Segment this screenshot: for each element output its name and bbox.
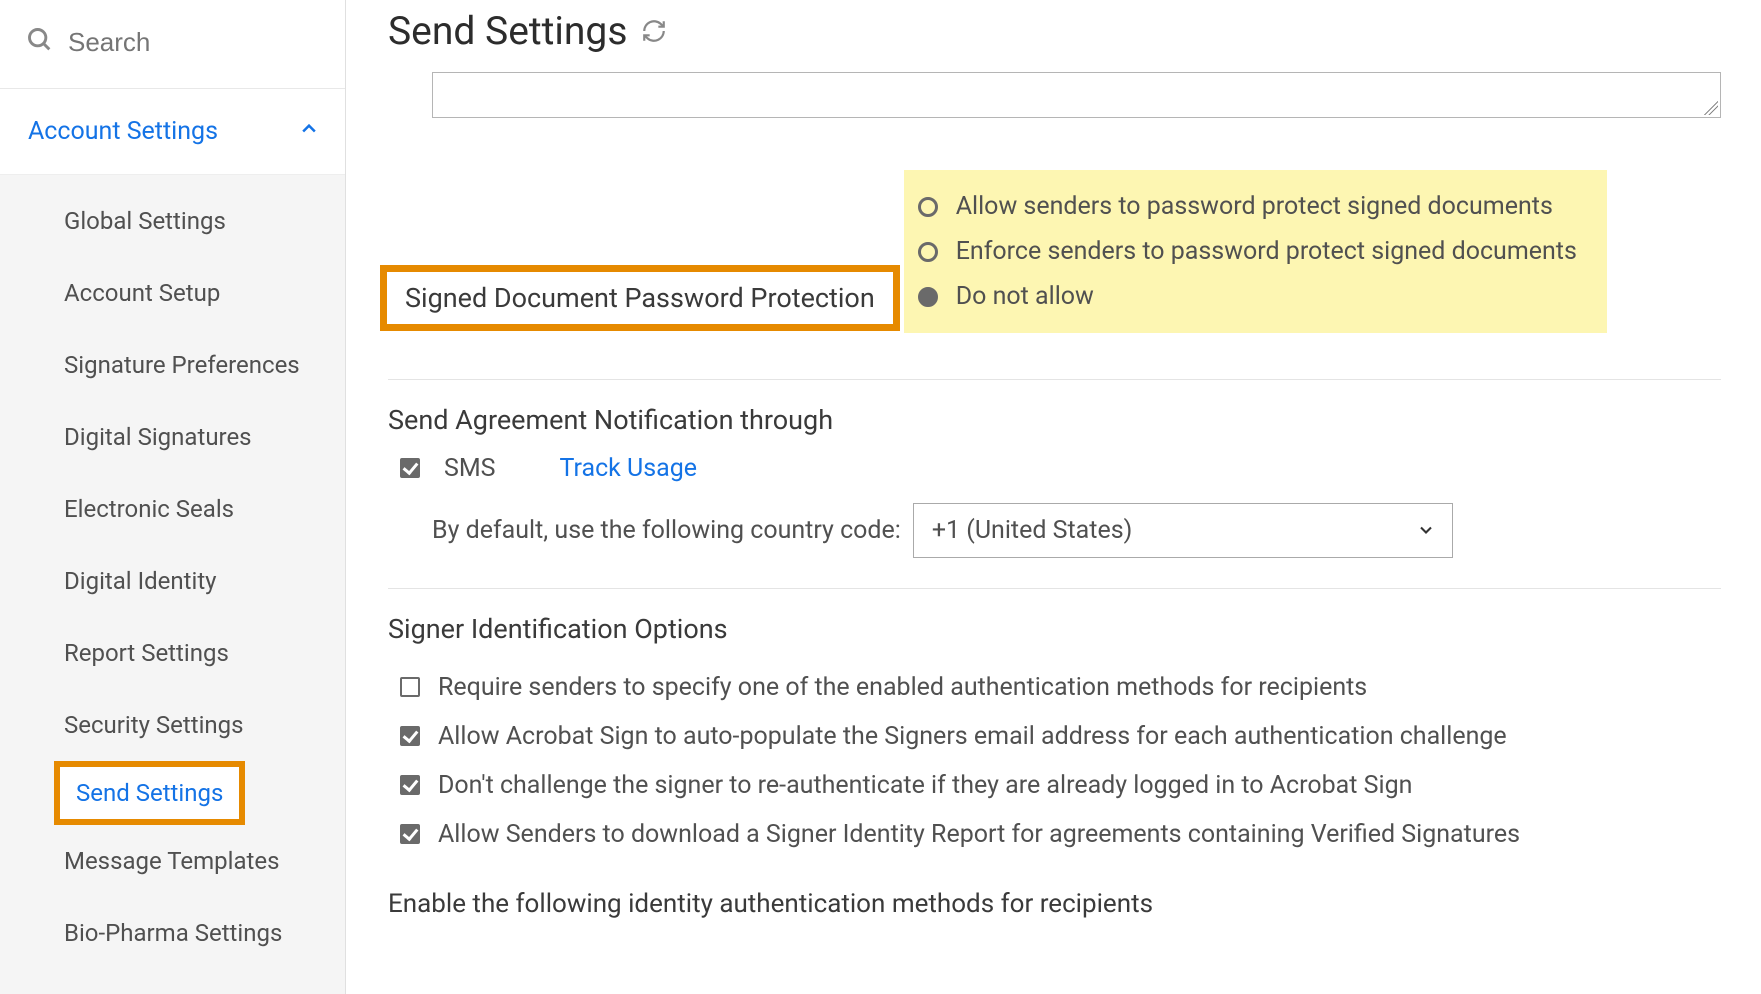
radio-icon: [918, 197, 938, 217]
message-textarea[interactable]: [432, 72, 1721, 118]
check-require-auth[interactable]: Require senders to specify one of the en…: [400, 663, 1721, 712]
refresh-icon[interactable]: [641, 8, 667, 54]
search-icon: [26, 26, 54, 58]
checkbox-icon: [400, 677, 420, 697]
notification-heading: Send Agreement Notification through: [388, 404, 1721, 436]
sidebar: Account Settings Global Settings Account…: [0, 0, 346, 994]
radio-label: Do not allow: [956, 282, 1094, 311]
sidebar-item-bio-pharma-settings[interactable]: Bio-Pharma Settings: [0, 897, 345, 969]
sidebar-section-account-settings[interactable]: Account Settings: [0, 89, 345, 175]
sms-label: SMS: [444, 454, 496, 483]
sidebar-item-message-templates[interactable]: Message Templates: [0, 825, 345, 897]
page-title: Send Settings: [388, 8, 1721, 54]
sidebar-item-send-settings[interactable]: Send Settings: [54, 761, 245, 825]
password-protection-heading: Signed Document Password Protection: [380, 265, 900, 331]
sidebar-item-digital-identity[interactable]: Digital Identity: [0, 545, 345, 617]
radio-label: Enforce senders to password protect sign…: [956, 237, 1577, 266]
country-code-value: +1 (United States): [932, 516, 1133, 545]
password-protection-options: Allow senders to password protect signed…: [904, 170, 1607, 333]
check-label: Require senders to specify one of the en…: [438, 673, 1367, 702]
notification-section: Send Agreement Notification through SMS …: [388, 404, 1721, 558]
radio-allow-password[interactable]: Allow senders to password protect signed…: [918, 184, 1577, 229]
track-usage-link[interactable]: Track Usage: [560, 454, 698, 483]
sidebar-item-electronic-seals[interactable]: Electronic Seals: [0, 473, 345, 545]
check-autopopulate-email[interactable]: Allow Acrobat Sign to auto-populate the …: [400, 712, 1721, 761]
check-identity-report[interactable]: Allow Senders to download a Signer Ident…: [400, 810, 1721, 859]
check-label: Allow Acrobat Sign to auto-populate the …: [438, 722, 1507, 751]
radio-icon: [918, 287, 938, 307]
password-protection-section: Signed Document Password Protection Allo…: [388, 174, 1721, 349]
sidebar-item-digital-signatures[interactable]: Digital Signatures: [0, 401, 345, 473]
sidebar-section-label: Account Settings: [28, 117, 218, 146]
check-label: Don't challenge the signer to re-authent…: [438, 771, 1412, 800]
radio-label: Allow senders to password protect signed…: [956, 192, 1553, 221]
signer-id-heading: Signer Identification Options: [388, 613, 1721, 645]
sidebar-item-security-settings[interactable]: Security Settings: [0, 689, 345, 761]
country-code-label: By default, use the following country co…: [432, 516, 901, 545]
sidebar-item-report-settings[interactable]: Report Settings: [0, 617, 345, 689]
check-no-reauth[interactable]: Don't challenge the signer to re-authent…: [400, 761, 1721, 810]
main-content: Send Settings Signed Document Password P…: [346, 0, 1761, 994]
country-code-select[interactable]: +1 (United States): [913, 503, 1453, 558]
sidebar-item-account-setup[interactable]: Account Setup: [0, 257, 345, 329]
checkbox-icon: [400, 775, 420, 795]
sidebar-item-signature-preferences[interactable]: Signature Preferences: [0, 329, 345, 401]
search-row: [0, 0, 345, 89]
radio-do-not-allow[interactable]: Do not allow: [918, 274, 1577, 319]
search-input[interactable]: [68, 27, 319, 58]
chevron-up-icon: [299, 117, 319, 146]
nav-list: Global Settings Account Setup Signature …: [0, 175, 345, 994]
check-label: Allow Senders to download a Signer Ident…: [438, 820, 1520, 849]
radio-icon: [918, 242, 938, 262]
radio-enforce-password[interactable]: Enforce senders to password protect sign…: [918, 229, 1577, 274]
auth-methods-heading: Enable the following identity authentica…: [388, 889, 1721, 919]
page-title-text: Send Settings: [388, 8, 627, 54]
signer-id-section: Signer Identification Options Require se…: [388, 613, 1721, 919]
sms-checkbox[interactable]: [400, 458, 420, 478]
checkbox-icon: [400, 726, 420, 746]
sidebar-item-global-settings[interactable]: Global Settings: [0, 185, 345, 257]
checkbox-icon: [400, 824, 420, 844]
